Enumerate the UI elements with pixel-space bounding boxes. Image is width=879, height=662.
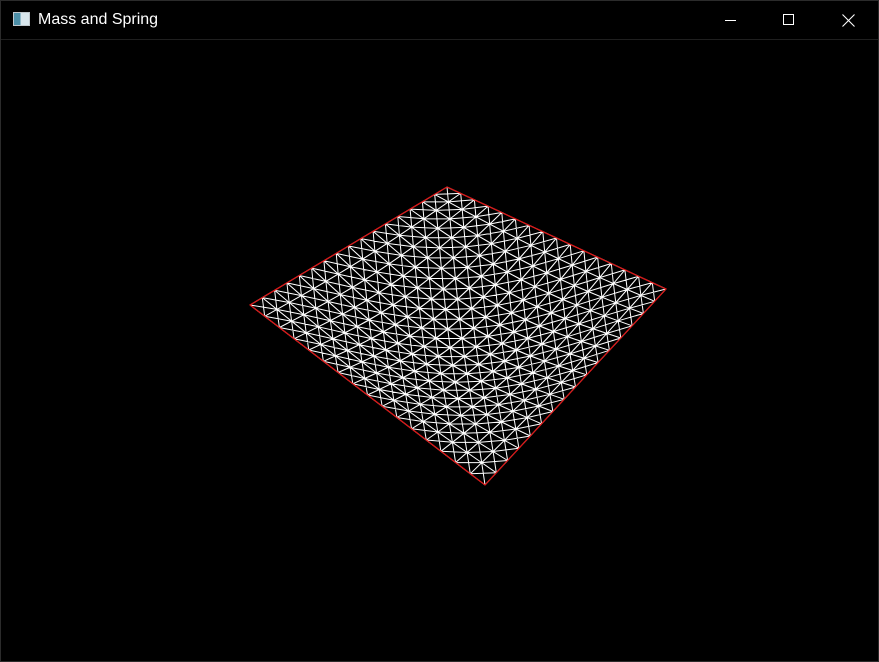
opengl-viewport[interactable] <box>1 40 878 661</box>
close-icon <box>841 13 855 27</box>
maximize-button[interactable] <box>760 1 818 39</box>
window-title: Mass and Spring <box>38 11 159 28</box>
cloth-mesh-canvas <box>248 186 668 486</box>
minimize-button[interactable] <box>702 1 760 39</box>
window-app-icon[interactable] <box>13 12 30 26</box>
spring-mesh <box>249 186 667 486</box>
close-button[interactable] <box>819 1 877 39</box>
spring-lines <box>249 186 667 486</box>
maximize-icon <box>783 14 794 25</box>
minimize-icon <box>725 20 736 21</box>
title-bar[interactable]: Mass and Spring <box>1 1 878 40</box>
app-window: Mass and Spring <box>0 0 879 662</box>
